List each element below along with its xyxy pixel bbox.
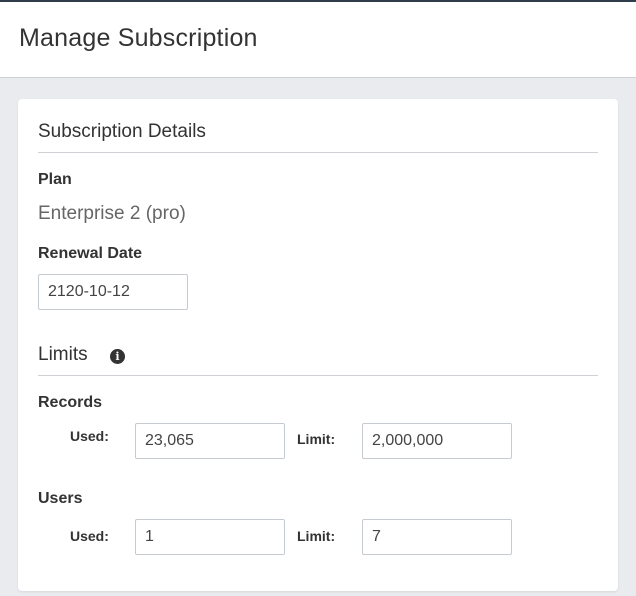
info-icon[interactable]: i (110, 349, 125, 364)
records-used-input[interactable] (135, 423, 285, 459)
page-title: Manage Subscription (19, 24, 258, 52)
plan-value: Enterprise 2 (pro) (38, 203, 186, 224)
records-label: Records (38, 394, 103, 411)
users-limit-label: Limit: (297, 528, 336, 544)
plan-label: Plan (38, 171, 72, 188)
details-divider (38, 152, 598, 153)
subscription-details-title: Subscription Details (38, 121, 206, 142)
renewal-date-input[interactable] (38, 274, 188, 310)
users-label: Users (38, 490, 83, 507)
subscription-card: Subscription Details Plan Enterprise 2 (… (18, 99, 618, 591)
records-limit-input[interactable] (362, 423, 512, 459)
limits-divider (38, 375, 598, 376)
records-used-label: Used: (70, 428, 109, 444)
limits-title: Limits (38, 344, 88, 365)
renewal-date-label: Renewal Date (38, 245, 143, 262)
users-used-input[interactable] (135, 519, 285, 555)
page-header: Manage Subscription (0, 2, 636, 78)
records-limit-label: Limit: (297, 431, 336, 447)
users-limit-input[interactable] (362, 519, 512, 555)
users-used-label: Used: (70, 528, 109, 544)
